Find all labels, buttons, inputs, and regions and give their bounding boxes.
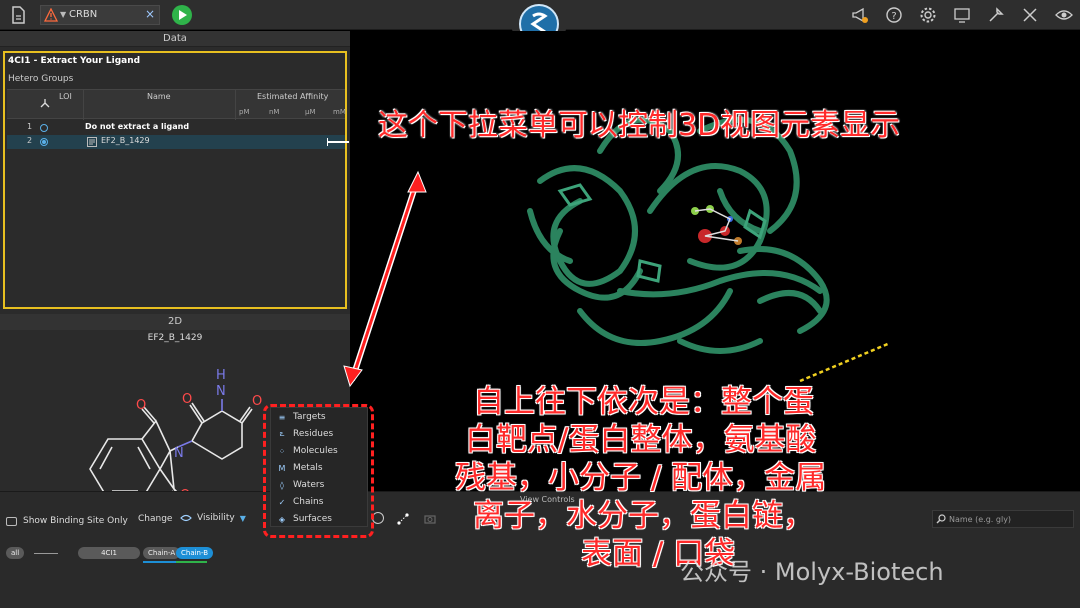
annotation-line: 离子，水分子，蛋白链， xyxy=(473,498,814,534)
chain-underline-active xyxy=(176,561,207,563)
molecule-2d-structure: O O N O O N H xyxy=(89,368,262,503)
atom-label: N xyxy=(174,446,184,461)
checkbox-icon[interactable] xyxy=(6,516,17,526)
tab-label: CRBN xyxy=(69,9,98,20)
tools-icon[interactable] xyxy=(986,5,1006,25)
column-separator xyxy=(83,90,84,120)
chip-connector xyxy=(34,553,58,554)
row-radio[interactable] xyxy=(40,138,48,146)
highlight-dashed-box xyxy=(263,404,374,538)
data-panel-title: Data xyxy=(0,31,350,47)
close-tab-button[interactable]: × xyxy=(145,7,155,21)
residue-search[interactable] xyxy=(932,510,1074,528)
document-icon xyxy=(87,137,97,147)
select-tool-icon[interactable] xyxy=(396,512,410,526)
watermark: 公众号 · Molyx-Biotech xyxy=(680,558,944,586)
chip-pdb[interactable]: 4CI1 xyxy=(78,547,140,559)
change-button[interactable]: Change xyxy=(138,514,172,524)
molecule-name: EF2_B_1429 xyxy=(147,333,203,343)
svg-text:?: ? xyxy=(891,11,896,22)
extract-ligand-title: 4CI1 - Extract Your Ligand xyxy=(8,56,141,66)
annotation-arrow xyxy=(343,170,427,388)
extract-ligand-box: 4CI1 - Extract Your Ligand Hetero Groups… xyxy=(3,51,349,309)
annotation-description: 自上往下依次是：整个蛋 白靶点/蛋白整体，氨基酸 残基，小分子 / 配体，金属 … xyxy=(455,383,895,573)
project-tab[interactable]: ▼ CRBN × xyxy=(40,5,160,25)
hetero-groups-label: Hetero Groups xyxy=(8,74,74,84)
search-input[interactable] xyxy=(949,514,1069,524)
top-right-icons: ? xyxy=(850,5,1074,25)
panel-2d-title: 2D xyxy=(0,314,350,330)
run-button[interactable] xyxy=(172,5,192,25)
file-icon[interactable] xyxy=(8,5,28,25)
unit-label: μM xyxy=(305,108,316,116)
binding-site-toggle[interactable]: Show Binding Site Only xyxy=(6,514,128,528)
eye-icon[interactable] xyxy=(1054,5,1074,25)
chip-all[interactable]: all xyxy=(6,547,25,559)
settings-tools-icon[interactable] xyxy=(1020,5,1040,25)
annotation-line: 自上往下依次是：整个蛋 xyxy=(473,384,814,420)
atom-label: O xyxy=(182,392,192,407)
camera-tool-icon[interactable] xyxy=(424,512,438,526)
unit-label: mM xyxy=(333,108,346,116)
table-header: LOI Name Estimated Affinity pM nM μM mM xyxy=(7,89,346,120)
annotation-line: 残基，小分子 / 配体，金属 xyxy=(455,460,827,496)
eye-icon xyxy=(180,514,192,522)
chevron-down-icon[interactable]: ▼ xyxy=(60,10,66,19)
visibility-label: Visibility xyxy=(197,513,235,523)
column-separator xyxy=(235,90,236,120)
atom-label: O xyxy=(252,394,262,409)
atom-label: N xyxy=(216,384,226,399)
search-icon xyxy=(933,511,949,527)
gear-icon[interactable] xyxy=(918,5,938,25)
table-row[interactable]: 2 EF2_B_1429 xyxy=(7,135,349,149)
row-name: Do not extract a ligand xyxy=(85,122,190,131)
column-affinity: Estimated Affinity xyxy=(257,92,329,101)
unit-label: nM xyxy=(269,108,280,116)
visibility-dropdown[interactable]: Visibility ▼ xyxy=(180,513,246,523)
affinity-meter xyxy=(327,138,349,146)
unit-label: pM xyxy=(239,108,250,116)
warning-icon xyxy=(43,7,59,22)
annotation-line: 白靶点/蛋白整体，氨基酸 xyxy=(465,422,817,458)
help-icon[interactable]: ? xyxy=(884,5,904,25)
screen-icon[interactable] xyxy=(952,5,972,25)
atom-label: O xyxy=(136,398,146,413)
annotation-title: 这个下拉菜单可以控制3D视图元素显示 xyxy=(378,108,901,143)
column-name: Name xyxy=(147,92,171,101)
row-radio[interactable] xyxy=(40,124,48,132)
chevron-down-icon[interactable]: ▼ xyxy=(240,514,246,523)
megaphone-icon[interactable] xyxy=(850,5,870,25)
column-loi: LOI xyxy=(59,92,72,101)
row-index: 2 xyxy=(27,136,33,145)
atom-label: H xyxy=(216,368,226,383)
ligand-column-icon xyxy=(40,98,50,111)
top-toolbar: ▼ CRBN × ? xyxy=(0,0,1080,50)
table-row[interactable]: 1 Do not extract a ligand xyxy=(7,121,345,135)
chip-chain-b[interactable]: Chain-B xyxy=(176,547,214,559)
binding-site-label: Show Binding Site Only xyxy=(23,516,128,526)
row-name: EF2_B_1429 xyxy=(101,136,150,145)
chip-chain-a[interactable]: Chain-A xyxy=(143,547,181,559)
row-index: 1 xyxy=(27,122,33,131)
